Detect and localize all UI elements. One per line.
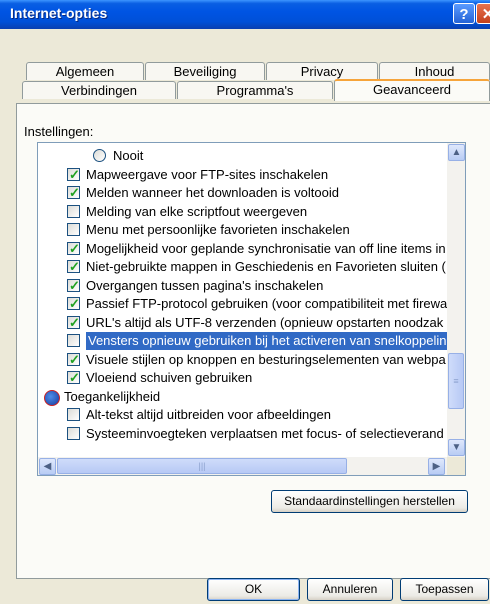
horizontal-scroll-thumb[interactable]: ||| [57, 458, 347, 474]
cancel-button[interactable]: Annuleren [307, 578, 393, 601]
checkmark-icon: ✓ [69, 296, 80, 311]
list-item-label: Mapweergave voor FTP-sites inschakelen [86, 166, 329, 182]
list-item[interactable]: ✓ Melden wanneer het downloaden is voltoo… [38, 184, 447, 202]
checkbox[interactable]: ✓ [67, 277, 80, 293]
checkmark-icon: ✓ [69, 314, 80, 330]
tab-inhoud[interactable]: Inhoud [379, 62, 490, 80]
list-item[interactable]: Vensters opnieuw gebruiken bij het activ… [38, 332, 449, 350]
tab-label: Verbindingen [61, 83, 137, 98]
checkmark-icon: ✓ [69, 277, 80, 293]
scroll-corner [447, 457, 465, 475]
list-item-label: Visuele stijlen op knoppen en besturings… [86, 351, 446, 367]
radio-button[interactable] [93, 149, 106, 162]
list-item[interactable]: Menu met persoonlijke favorieten inschak… [38, 221, 447, 239]
list-item[interactable]: Melding van elke scriptfout weergeven [38, 203, 447, 221]
tab-privacy[interactable]: Privacy [266, 62, 378, 80]
list-item-label: Vensters opnieuw gebruiken bij het activ… [86, 332, 449, 350]
checkmark-icon: ✓ [69, 240, 80, 256]
list-item-label: Alt-tekst altijd uitbreiden voor afbeeld… [86, 407, 331, 422]
settings-list[interactable]: Nooit ✓ Mapweergave voor FTP-sites inschak… [37, 142, 466, 476]
tab-label: Programma's [216, 83, 294, 98]
list-item[interactable]: ✓ Visuele stijlen op knoppen en besturing… [38, 351, 447, 369]
list-item[interactable]: Nooit [38, 147, 447, 165]
list-item[interactable]: ✓ Passief FTP-protocol gebruiken (voor co… [38, 295, 447, 313]
internet-options-dialog: Internet-opties ? ✕ Algemeen Beveiliging… [0, 0, 490, 604]
arrow-left-icon: ◀ [43, 461, 52, 472]
scroll-right-button[interactable]: ▶ [428, 458, 445, 475]
checkbox[interactable] [67, 408, 80, 421]
help-button[interactable]: ? [453, 3, 475, 24]
close-button[interactable]: ✕ [476, 3, 490, 24]
list-item-label: Vloeiend schuiven gebruiken [86, 370, 253, 385]
checkbox[interactable]: ✓ [67, 351, 80, 367]
checkbox[interactable]: ✓ [67, 259, 80, 274]
arrow-down-icon: ▼ [451, 442, 462, 453]
apply-button[interactable]: Toepassen [400, 578, 489, 601]
checkmark-icon: ✓ [69, 370, 80, 385]
list-item[interactable]: ✓ URL's altijd als UTF-8 verzenden (opnie… [38, 314, 447, 332]
accessibility-icon [44, 389, 60, 406]
tab-algemeen[interactable]: Algemeen [26, 62, 144, 80]
checkmark-icon: ✓ [69, 351, 80, 367]
checkbox[interactable] [67, 426, 80, 440]
list-item-label: Passief FTP-protocol gebruiken (voor com… [86, 296, 448, 311]
checkbox[interactable]: ✓ [67, 370, 80, 385]
vertical-scrollbar[interactable]: ▲ ≡ ▼ [447, 143, 465, 457]
list-item[interactable]: ✓ Vloeiend schuiven gebruiken [38, 369, 447, 387]
checkbox[interactable] [67, 223, 80, 236]
checkbox[interactable]: ✓ [67, 314, 80, 330]
scroll-up-button[interactable]: ▲ [448, 144, 465, 161]
checkbox[interactable] [67, 334, 80, 347]
checkmark-icon: ✓ [69, 185, 80, 200]
vertical-scroll-thumb[interactable]: ≡ [448, 353, 464, 409]
close-icon: ✕ [481, 6, 490, 23]
window-title: Internet-opties [10, 5, 108, 21]
checkbox[interactable]: ✓ [67, 185, 80, 200]
list-item-label: Melding van elke scriptfout weergeven [86, 203, 308, 219]
list-item[interactable]: ✓ Overgangen tussen pagina's inschakelen [38, 277, 447, 295]
settings-label: Instellingen: [24, 124, 94, 139]
list-item[interactable]: ✓ Niet-gebruikte mappen in Geschiedenis e… [38, 258, 447, 276]
arrow-right-icon: ▶ [432, 461, 441, 472]
checkmark-icon: ✓ [69, 259, 80, 274]
list-item-label: Toegankelijkheid [64, 388, 161, 404]
arrow-up-icon: ▲ [451, 147, 462, 158]
scroll-down-button[interactable]: ▼ [448, 439, 465, 456]
tab-label: Geavanceerd [372, 82, 452, 97]
list-item[interactable]: Systeeminvoegteken verplaatsen met focus… [38, 425, 447, 443]
tab-label: Inhoud [414, 64, 455, 79]
ok-button[interactable]: OK [207, 578, 300, 601]
group-heading: Toegankelijkheid [38, 388, 447, 406]
title-bar: Internet-opties ? ✕ [0, 0, 490, 29]
list-item-label: Melden wanneer het downloaden is voltooi… [86, 185, 339, 200]
list-item-label: Nooit [113, 148, 144, 163]
tab-label: Algemeen [55, 64, 115, 79]
checkbox[interactable]: ✓ [67, 166, 80, 182]
horizontal-scrollbar[interactable]: ◀ ||| ▶ [38, 457, 447, 475]
tab-verbindingen[interactable]: Verbindingen [22, 81, 176, 99]
list-item-label: Systeeminvoegteken verplaatsen met focus… [86, 425, 444, 441]
list-item[interactable]: ✓ Mogelijkheid voor geplande synchronisat… [38, 240, 447, 258]
tab-programmas[interactable]: Programma's [177, 81, 333, 99]
checkmark-icon: ✓ [69, 166, 80, 182]
list-item-label: Niet-gebruikte mappen in Geschiedenis en… [86, 259, 446, 274]
tab-geavanceerd[interactable]: Geavanceerd [334, 79, 490, 101]
tab-label: Privacy [300, 64, 344, 79]
list-item-label: Overgangen tussen pagina's inschakelen [86, 277, 324, 293]
list-item-label: URL's altijd als UTF-8 verzenden (opnieu… [86, 314, 444, 330]
restore-defaults-button[interactable]: Standaardinstellingen herstellen [271, 490, 468, 513]
scroll-left-button[interactable]: ◀ [39, 458, 56, 475]
checkbox[interactable]: ✓ [67, 296, 80, 311]
list-item[interactable]: Alt-tekst altijd uitbreiden voor afbeeld… [38, 406, 447, 424]
tab-beveiliging[interactable]: Beveiliging [145, 62, 265, 80]
checkbox[interactable] [67, 204, 80, 218]
tab-label: Beveiliging [173, 64, 237, 79]
checkbox[interactable]: ✓ [67, 240, 80, 256]
list-item-label: Mogelijkheid voor geplande synchronisati… [86, 240, 446, 256]
list-item-label: Menu met persoonlijke favorieten inschak… [86, 222, 350, 237]
list-item[interactable]: ✓ Mapweergave voor FTP-sites inschakelen [38, 166, 447, 184]
